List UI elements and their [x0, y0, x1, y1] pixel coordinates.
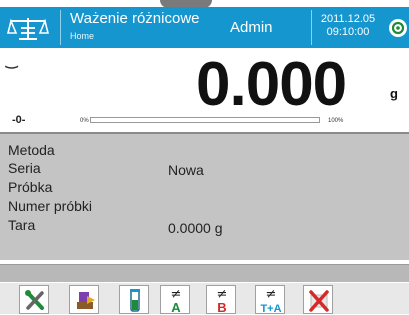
zero-indicator: -0-: [12, 114, 26, 126]
a-label: A: [171, 300, 181, 315]
info-label: Tara: [8, 217, 36, 233]
status-strip: [0, 264, 409, 282]
ne-symbol: ≠: [266, 287, 277, 302]
breadcrumb: Home: [70, 31, 95, 41]
info-value: 0.0000 g: [168, 220, 223, 236]
time-text: 09:10:00: [326, 26, 370, 38]
info-value: Nowa: [168, 162, 204, 178]
ta-label: T+A: [260, 303, 281, 315]
mass-readout: 0.000: [196, 50, 347, 119]
mode-title: Ważenie różnicowe: [70, 10, 200, 27]
unit-label[interactable]: g: [390, 86, 398, 101]
balance-logo-icon: [7, 18, 49, 40]
database-button[interactable]: [69, 285, 99, 314]
weight-display: ‿ -0- 0.000 g 0% 100%: [0, 48, 409, 132]
stability-marker: ‿: [6, 52, 18, 68]
power-button[interactable]: [389, 19, 407, 37]
tare-a-icon: ≠ T+A: [260, 287, 281, 315]
b-label: B: [217, 300, 226, 315]
vial-icon: [130, 289, 140, 312]
info-label: Numer próbki: [8, 198, 93, 214]
info-label: Seria: [8, 160, 41, 176]
info-panel[interactable]: Metoda Seria Nowa Próbka Numer próbki Ta…: [0, 132, 409, 260]
sample-button[interactable]: [119, 285, 149, 314]
date-text: 2011.12.05: [320, 13, 376, 25]
tools-icon: [25, 290, 44, 310]
load-bar: [90, 117, 320, 123]
bar-min-label: 0%: [80, 118, 89, 124]
settings-button[interactable]: [19, 285, 49, 314]
tare-a-button[interactable]: ≠ T+A: [255, 285, 285, 315]
toolbar: ≠ A ≠ B ≠ T+A: [0, 283, 409, 315]
delete-button[interactable]: [303, 285, 333, 314]
delete-icon: [309, 290, 329, 312]
header-bar: Ważenie różnicowe Home Admin 2011.12.05 …: [0, 7, 409, 48]
header-divider: [60, 10, 61, 45]
database-icon: [77, 292, 95, 309]
user-name[interactable]: Admin: [230, 19, 273, 36]
power-icon: [391, 21, 405, 35]
weigh-a-button[interactable]: ≠ A: [160, 285, 190, 315]
weigh-b-icon: ≠ B: [217, 287, 228, 315]
weigh-b-button[interactable]: ≠ B: [206, 285, 236, 315]
bar-max-label: 100%: [328, 118, 344, 124]
datetime-display: 2011.12.05 09:10:00: [313, 10, 383, 45]
info-label: Próbka: [8, 179, 53, 195]
weigh-a-icon: ≠ A: [171, 287, 182, 315]
header-divider: [311, 10, 312, 45]
info-label: Metoda: [8, 142, 55, 158]
